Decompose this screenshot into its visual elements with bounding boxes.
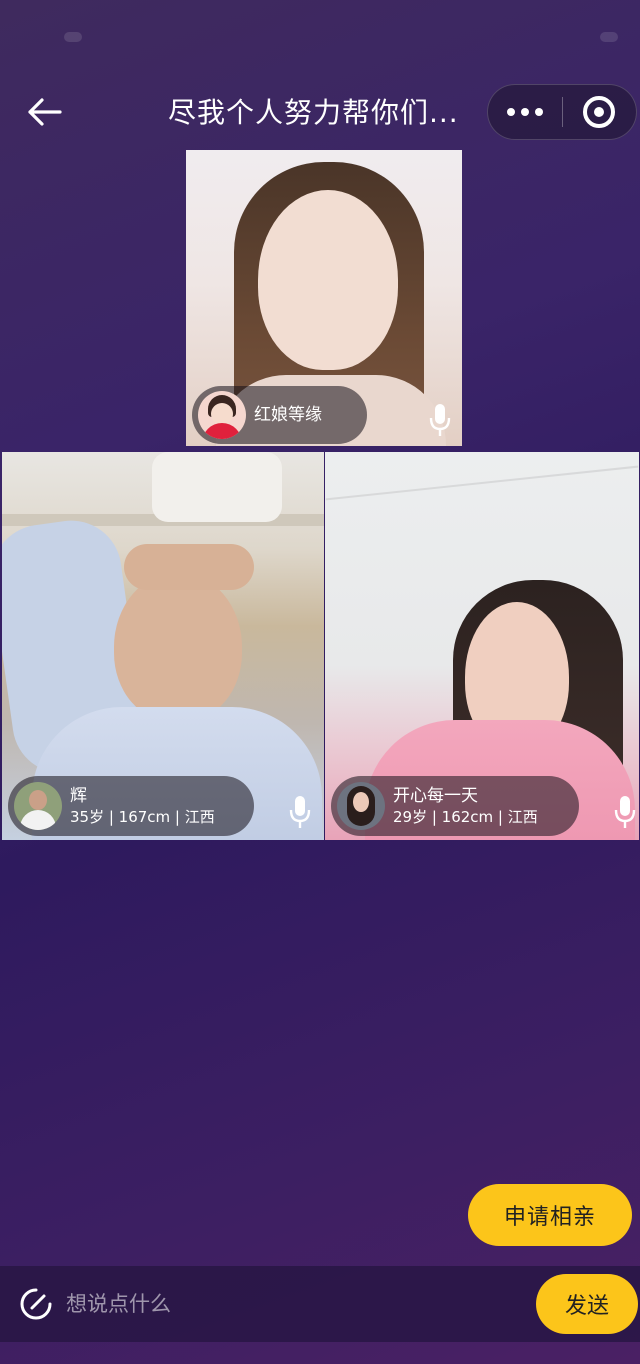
more-dots-icon: [507, 108, 515, 116]
guest-hand: [124, 544, 254, 590]
host-info-pill: 红娘等缘: [192, 386, 367, 444]
arrow-left-icon: [28, 98, 62, 126]
status-bar: [0, 0, 640, 78]
host-video-tile[interactable]: 红娘等缘: [186, 150, 462, 446]
microphone-icon[interactable]: [428, 402, 452, 438]
nav-bar: 尽我个人努力帮你们...: [0, 78, 640, 148]
more-dots-icon: [521, 108, 529, 116]
page-title: 尽我个人努力帮你们...: [168, 96, 459, 129]
guest-video-tile[interactable]: 开心每一天 29岁 | 162cm | 江西: [325, 452, 639, 840]
avatar[interactable]: [198, 391, 246, 439]
more-button[interactable]: [488, 84, 562, 140]
status-indicator: [600, 32, 618, 42]
mini-program-capsule: [487, 84, 637, 140]
host-name: 红娘等缘: [254, 405, 322, 425]
guest-meta: 35岁 | 167cm | 江西: [70, 808, 215, 826]
back-button[interactable]: [22, 94, 66, 130]
guest-meta: 29岁 | 162cm | 江西: [393, 808, 538, 826]
pillow: [152, 452, 282, 522]
wall-line: [325, 465, 639, 501]
status-indicator: [64, 32, 82, 42]
chat-bar: 发送: [0, 1266, 640, 1342]
target-circle-icon: [583, 96, 616, 128]
host-face: [258, 190, 398, 370]
close-button[interactable]: [563, 84, 636, 140]
guest-video-tile[interactable]: 辉 35岁 | 167cm | 江西: [2, 452, 324, 840]
avatar[interactable]: [337, 782, 385, 830]
guest-name: 辉: [70, 786, 87, 806]
microphone-icon[interactable]: [613, 794, 637, 830]
guest-name: 开心每一天: [393, 786, 478, 806]
apply-match-button[interactable]: 申请相亲: [468, 1184, 632, 1246]
microphone-icon[interactable]: [288, 794, 312, 830]
send-button[interactable]: 发送: [536, 1274, 638, 1334]
chat-input[interactable]: [66, 1284, 506, 1324]
guest-info-pill: 辉 35岁 | 167cm | 江西: [8, 776, 254, 836]
more-dots-icon: [535, 108, 543, 116]
chat-bubble-icon[interactable]: [18, 1286, 54, 1322]
avatar[interactable]: [14, 782, 62, 830]
guest-face: [114, 572, 242, 722]
guest-info-pill: 开心每一天 29岁 | 162cm | 江西: [331, 776, 579, 836]
